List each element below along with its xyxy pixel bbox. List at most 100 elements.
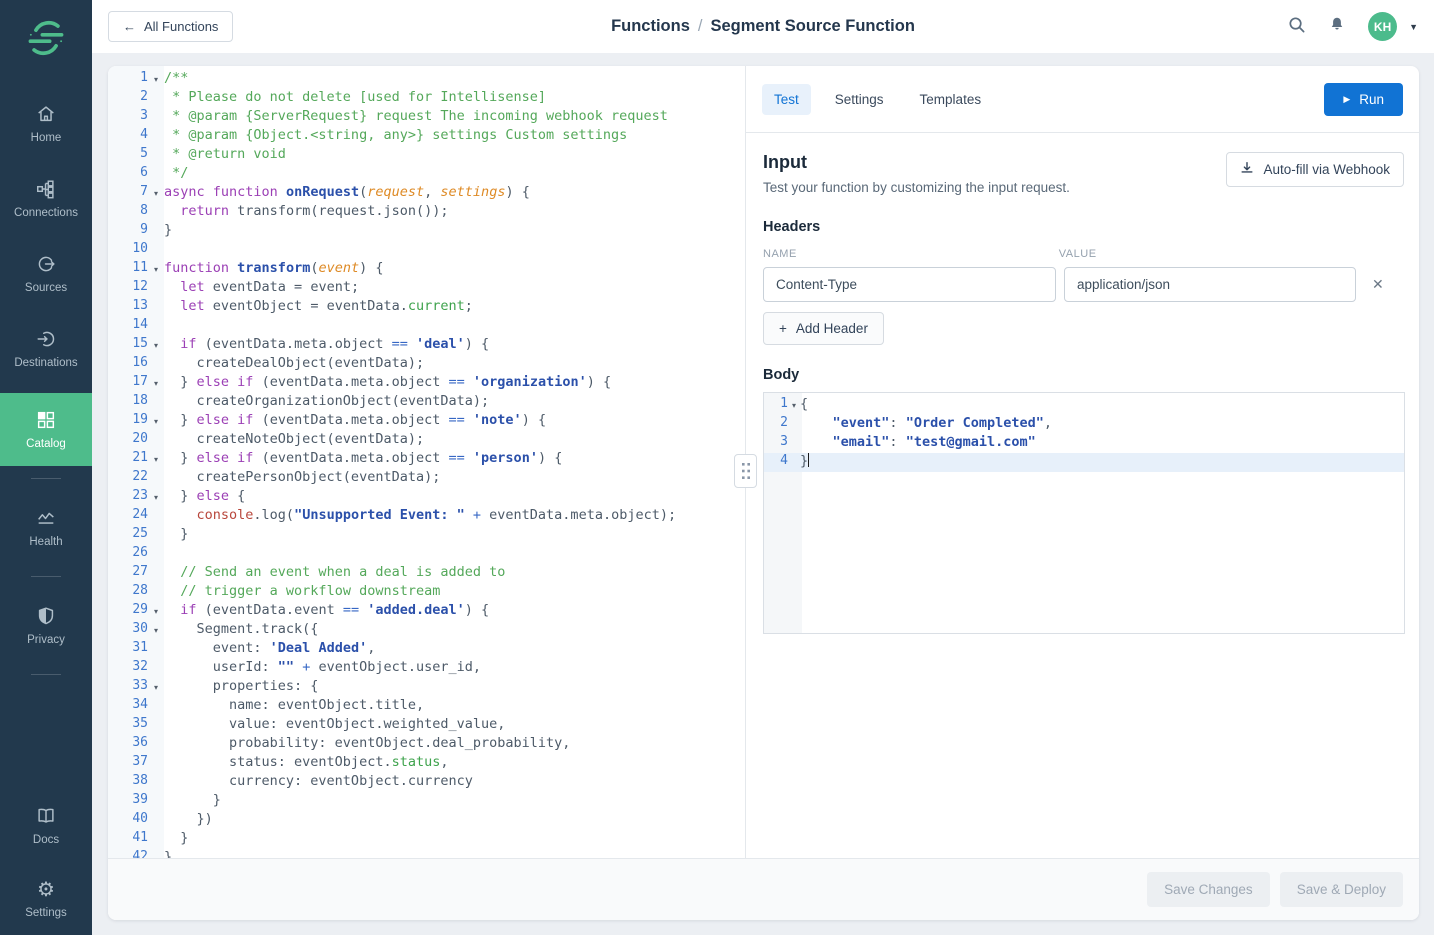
sidebar-item-catalog[interactable]: Catalog [0,393,92,466]
sidebar-item-health[interactable]: Health [0,497,92,558]
code-line[interactable]: 20 createNoteObject(eventData); [108,431,745,450]
code-line[interactable]: 22 createPersonObject(eventData); [108,469,745,488]
code-line[interactable]: 37 status: eventObject.status, [108,754,745,773]
code-line[interactable]: 34 name: eventObject.title, [108,697,745,716]
sidebar-item-destinations[interactable]: Destinations [0,318,92,379]
code-line[interactable]: 28 // trigger a workflow downstream [108,583,745,602]
code-line[interactable]: 3 * @param {ServerRequest} request The i… [108,108,745,127]
code-line[interactable]: 31 event: 'Deal Added', [108,640,745,659]
code-line[interactable]: 9} [108,222,745,241]
code-line[interactable]: 13 let eventObject = eventData.current; [108,298,745,317]
header-value-input[interactable] [1064,267,1356,302]
code-line[interactable]: 39 } [108,792,745,811]
autofill-webhook-button[interactable]: Auto-fill via Webhook [1226,152,1404,187]
sidebar-item-label: Health [29,536,62,548]
fold-toggle-icon[interactable]: ▾ [148,602,164,621]
code-line[interactable]: 2 * Please do not delete [used for Intel… [108,89,745,108]
fold-toggle-icon[interactable]: ▾ [148,260,164,279]
fold-toggle-icon[interactable]: ▾ [148,336,164,355]
code-line[interactable]: 40 }) [108,811,745,830]
fold-toggle-icon[interactable]: ▾ [148,184,164,203]
code-line[interactable]: 30▾ Segment.track({ [108,621,745,640]
fold-toggle-icon[interactable]: ▾ [148,70,164,89]
sidebar-item-privacy[interactable]: Privacy [0,595,92,656]
header-name-input[interactable] [763,267,1056,302]
code-line[interactable]: 35 value: eventObject.weighted_value, [108,716,745,735]
all-functions-back-button[interactable]: ← All Functions [108,11,233,42]
code-line[interactable]: 1▾{ [764,396,1404,415]
remove-header-button[interactable]: ✕ [1372,276,1384,293]
save-deploy-button[interactable]: Save & Deploy [1280,872,1403,907]
sidebar-item-settings[interactable]: ⚙ Settings [0,870,92,929]
code-line[interactable]: 36 probability: eventObject.deal_probabi… [108,735,745,754]
chevron-down-icon[interactable]: ▼ [1409,22,1418,32]
code-line[interactable]: 2 "event": "Order Completed", [764,415,1404,434]
code-line[interactable]: 8 return transform(request.json()); [108,203,745,222]
code-line[interactable]: 15▾ if (eventData.meta.object == 'deal')… [108,336,745,355]
code-line[interactable]: 41 } [108,830,745,849]
sidebar-item-connections[interactable]: Connections [0,168,92,229]
code-line[interactable]: 11▾function transform(event) { [108,260,745,279]
sidebar-item-docs[interactable]: Docs [0,795,92,856]
tab-templates[interactable]: Templates [908,84,994,115]
fold-toggle-icon[interactable]: ▾ [148,488,164,507]
code-line[interactable]: 4 * @param {Object.<string, any>} settin… [108,127,745,146]
run-button[interactable]: ▶ Run [1324,83,1403,116]
fold-toggle-icon[interactable]: ▾ [148,374,164,393]
sidebar-item-sources[interactable]: Sources [0,243,92,304]
body-json-editor[interactable]: 1▾{2 "event": "Order Completed",3 "email… [763,392,1405,634]
sidebar-item-home[interactable]: Home [0,93,92,154]
fold-gutter [148,716,164,735]
code-line[interactable]: 12 let eventData = event; [108,279,745,298]
add-header-button[interactable]: + Add Header [763,312,884,345]
code-line[interactable]: 24 console.log("Unsupported Event: " + e… [108,507,745,526]
breadcrumb-parent[interactable]: Functions [611,17,690,35]
code-line[interactable]: 5 * @return void [108,146,745,165]
fold-gutter [148,165,164,184]
code-line[interactable]: 38 currency: eventObject.currency [108,773,745,792]
code-line[interactable]: 23▾ } else { [108,488,745,507]
pane-resize-handle[interactable] [734,454,757,488]
tab-settings[interactable]: Settings [823,84,896,115]
plus-icon: + [779,321,787,336]
page-title: Segment Source Function [710,17,914,35]
fold-toggle-icon[interactable]: ▾ [148,678,164,697]
code-line[interactable]: 18 createOrganizationObject(eventData); [108,393,745,412]
code-line[interactable]: 4} [764,453,1404,472]
code-line[interactable]: 21▾ } else if (eventData.meta.object == … [108,450,745,469]
code-line[interactable]: 27 // Send an event when a deal is added… [108,564,745,583]
code-line[interactable]: 25 } [108,526,745,545]
code-line[interactable]: 14 [108,317,745,336]
code-line[interactable]: 7▾async function onRequest(request, sett… [108,184,745,203]
code-line[interactable]: 26 [108,545,745,564]
code-line[interactable]: 19▾ } else if (eventData.meta.object == … [108,412,745,431]
autofill-button-label: Auto-fill via Webhook [1263,162,1390,177]
connections-icon [35,178,57,200]
fold-toggle-icon[interactable]: ▾ [148,450,164,469]
save-changes-button[interactable]: Save Changes [1147,872,1270,907]
code-line[interactable]: 1▾/** [108,70,745,89]
code-line[interactable]: 42} [108,849,745,858]
gear-icon: ⚙ [37,880,55,900]
avatar[interactable]: KH [1368,12,1397,41]
fold-gutter [148,564,164,583]
sidebar-divider [31,674,61,675]
code-line[interactable]: 33▾ properties: { [108,678,745,697]
code-editor[interactable]: 1▾/**2 * Please do not delete [used for … [108,66,745,858]
fold-toggle-icon[interactable]: ▾ [788,396,800,415]
code-line[interactable]: 10 [108,241,745,260]
sidebar-item-label: Destinations [14,357,77,369]
code-line[interactable]: 16 createDealObject(eventData); [108,355,745,374]
code-line[interactable]: 32 userId: "" + eventObject.user_id, [108,659,745,678]
code-line[interactable]: 6 */ [108,165,745,184]
code-line[interactable]: 3 "email": "test@gmail.com" [764,434,1404,453]
search-icon[interactable] [1287,15,1306,39]
tab-test[interactable]: Test [762,84,811,115]
notifications-bell-icon[interactable] [1328,15,1346,39]
fold-toggle-icon[interactable]: ▾ [148,412,164,431]
code-line[interactable]: 17▾ } else if (eventData.meta.object == … [108,374,745,393]
code-line[interactable]: 29▾ if (eventData.event == 'added.deal')… [108,602,745,621]
fold-gutter [148,735,164,754]
segment-logo-icon[interactable] [24,16,68,65]
fold-toggle-icon[interactable]: ▾ [148,621,164,640]
